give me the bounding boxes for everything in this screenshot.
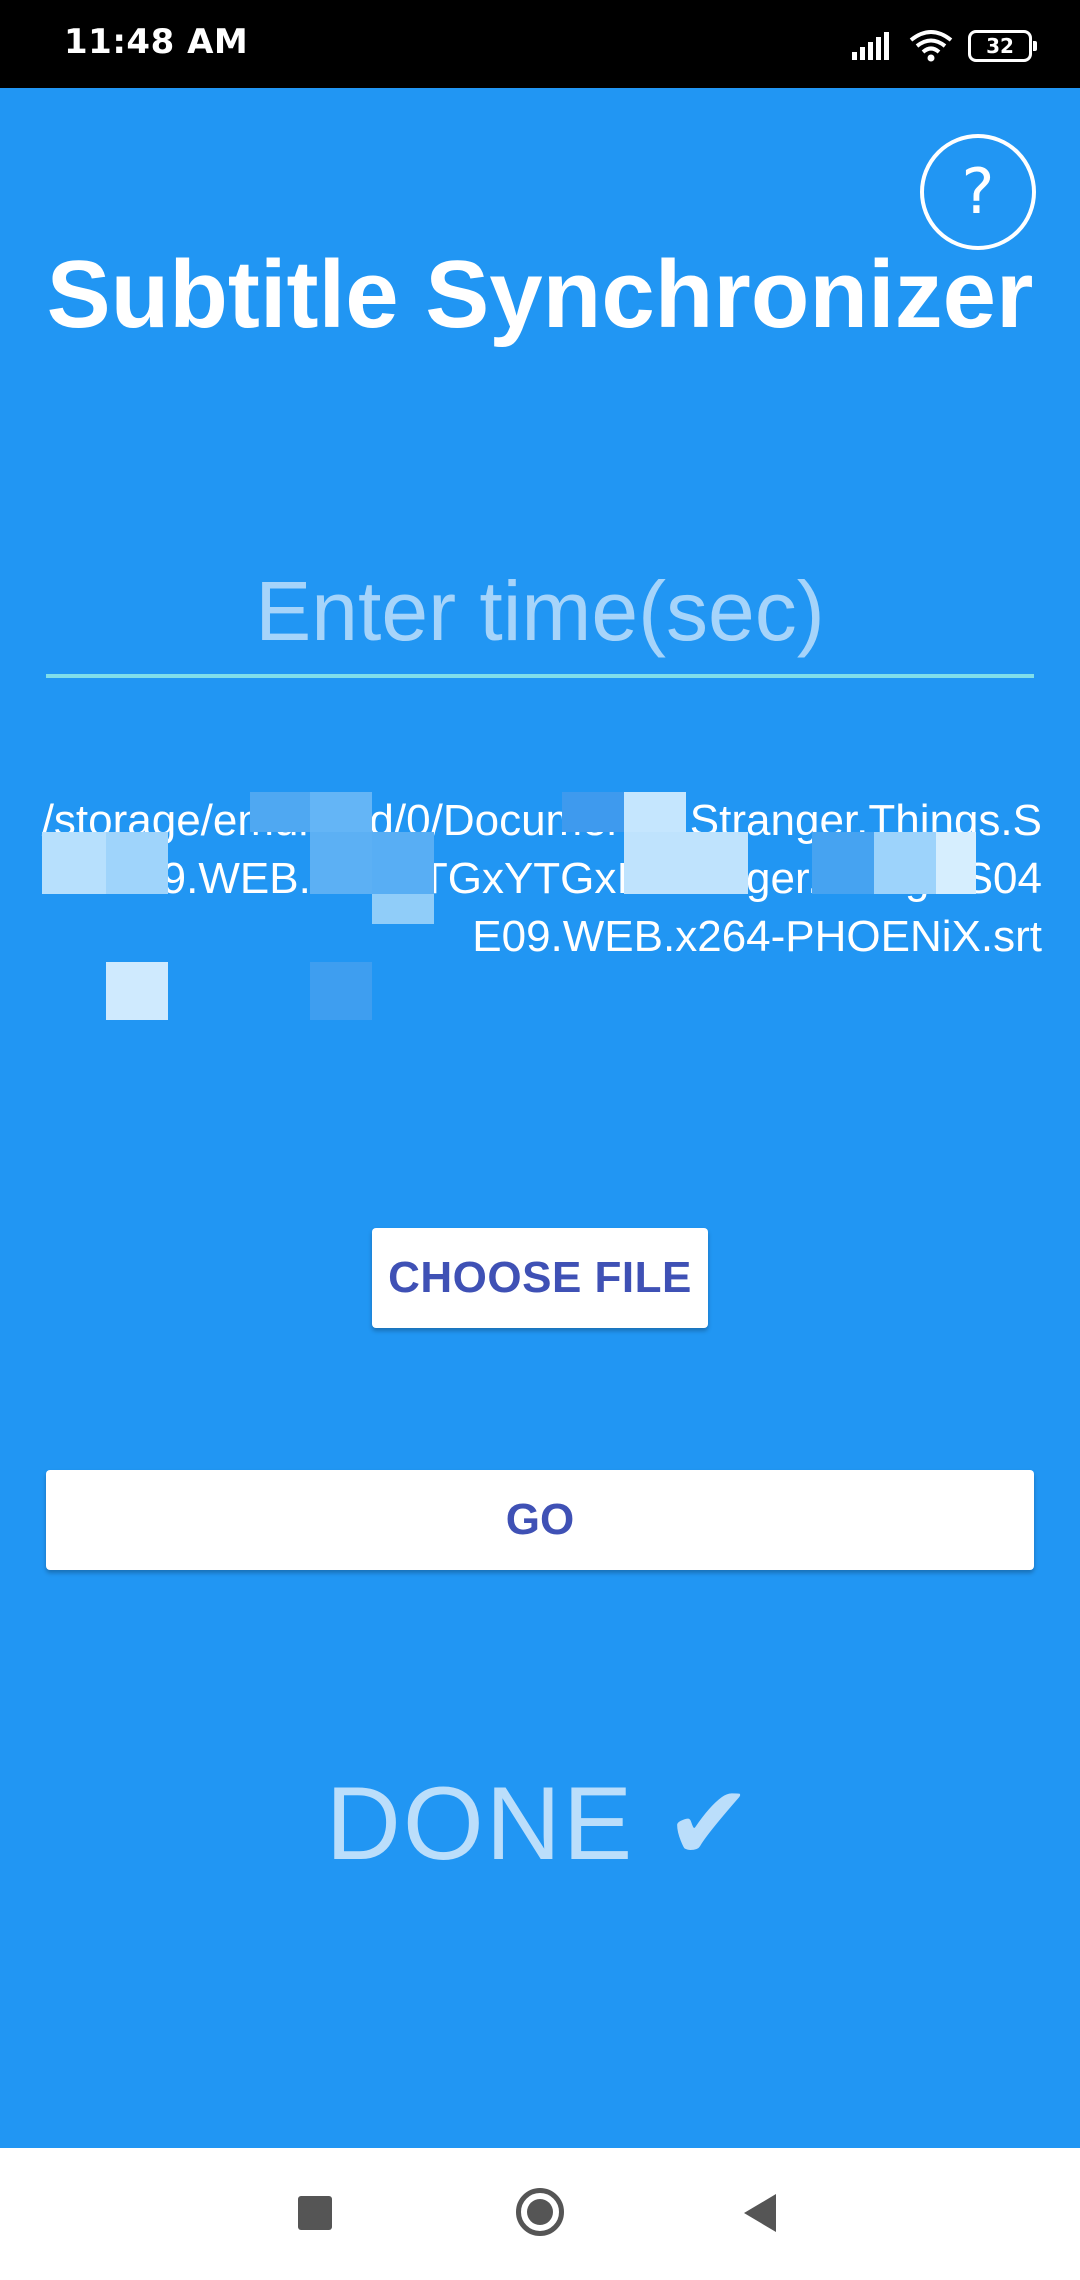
- signal-icon: [852, 32, 889, 60]
- wifi-icon: [909, 30, 953, 62]
- app-title: Subtitle Synchronizer: [46, 241, 1034, 348]
- time-input[interactable]: [46, 548, 1034, 678]
- done-status: DONE ✔: [325, 1766, 755, 1882]
- navigation-bar: [0, 2148, 1080, 2280]
- app-screen: 11:48 AM 32 ? Subtitle Synchronizer /s: [0, 0, 1080, 2280]
- home-icon[interactable]: [516, 2188, 564, 2236]
- back-icon[interactable]: [744, 2194, 776, 2232]
- choose-file-button[interactable]: CHOOSE FILE: [372, 1228, 708, 1328]
- recents-icon[interactable]: [298, 2196, 332, 2230]
- status-bar: 11:48 AM 32: [0, 0, 1080, 88]
- file-path-text: /storage/emulated/0/Documents/ Stranger.…: [32, 792, 1042, 1032]
- status-icons: 32: [852, 26, 1037, 66]
- battery-level: 32: [986, 34, 1014, 58]
- status-time: 11:48 AM: [64, 22, 249, 62]
- help-icon[interactable]: ?: [920, 134, 1036, 250]
- file-path-value: /storage/emulated/0/Documents/ Stranger.…: [41, 796, 1042, 961]
- go-button[interactable]: GO: [46, 1470, 1034, 1570]
- battery-icon: 32: [968, 30, 1037, 62]
